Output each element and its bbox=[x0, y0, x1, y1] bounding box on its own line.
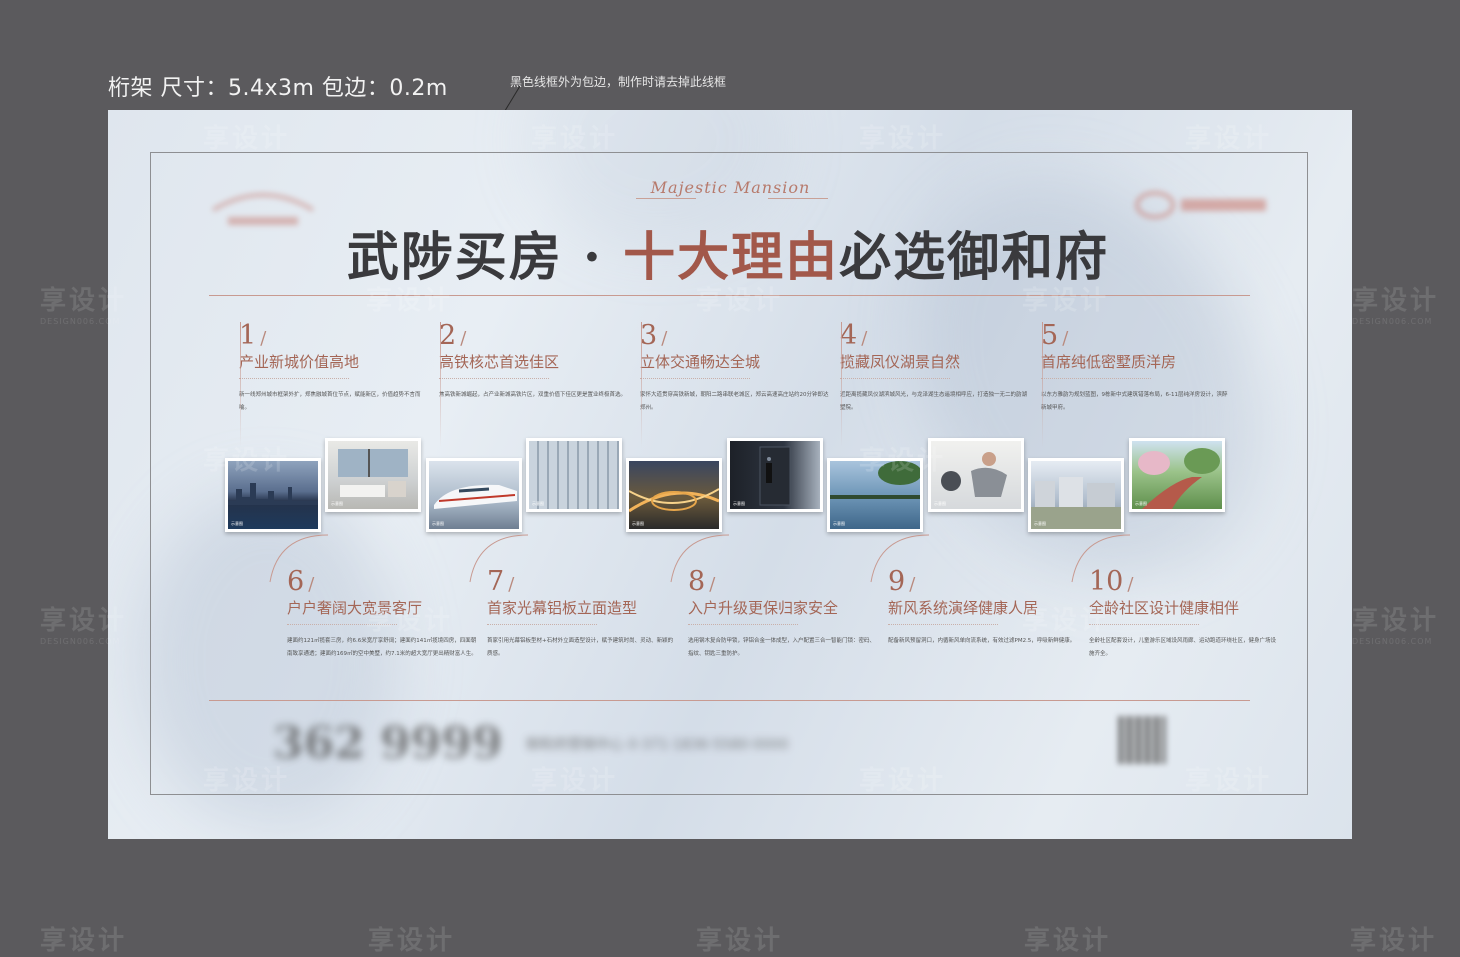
reason-title: 入户升级更保归家安全 bbox=[688, 599, 839, 617]
watermark: 享设计 bbox=[1024, 926, 1112, 956]
qr-code bbox=[1118, 716, 1166, 764]
watermark: 享设计 bbox=[1350, 926, 1438, 956]
headline-highlight: 十大理由 bbox=[623, 227, 840, 288]
photo-smart-door-lock: 示意图 bbox=[727, 438, 823, 512]
reason-number: 10 bbox=[1089, 566, 1124, 597]
reason-7: 7/ 首家光幕铝板立面造型 首家引用光幕铝板型材+石材外立面造型设计，赋予建筑时… bbox=[487, 566, 673, 661]
reason-number: 8 bbox=[688, 566, 706, 597]
photo-high-speed-train: 示意图 bbox=[426, 458, 522, 532]
reason-title: 揽藏凤仪湖景自然 bbox=[840, 353, 961, 371]
reason-title: 高铁核芯首选佳区 bbox=[439, 353, 560, 371]
reason-desc: 近距离揽藏凤仪湖滨城风光，与龙泽湖生态遥境相呼应，打造独一无二的韵湖墅院。 bbox=[840, 392, 1028, 411]
reason-number: 2 bbox=[439, 320, 457, 351]
brand-script: Majestic Mansion bbox=[650, 178, 811, 197]
watermark: 享设计 DESIGN006.COM bbox=[1352, 606, 1440, 646]
reason-title: 立体交通畅达全城 bbox=[640, 353, 761, 371]
watermark: 享设计 bbox=[531, 766, 619, 796]
watermark: 享设计 bbox=[203, 124, 291, 154]
photo-facade: 示意图 bbox=[526, 438, 622, 512]
reason-desc: 首家引用光幕铝板型材+石材外立面造型设计，赋予建筑时尚、灵动、新颖的质感。 bbox=[487, 638, 674, 657]
reason-desc: 新一线郑州城市框架外扩，郑焦融城首位节点，赋能新区，价值趋势不言而喻。 bbox=[239, 392, 421, 411]
photo-interior-living: 示意图 bbox=[325, 438, 421, 512]
watermark: 享设计 bbox=[1022, 286, 1110, 316]
watermark: 享设计 bbox=[40, 926, 128, 956]
watermark: 享设计 bbox=[203, 766, 291, 796]
reason-number: 1 bbox=[239, 320, 257, 351]
watermark: 享设计 bbox=[366, 606, 454, 636]
watermark: 享设计 DESIGN006.COM bbox=[40, 286, 128, 326]
headline-part1: 武陟买房 · bbox=[346, 227, 624, 288]
connector bbox=[1042, 322, 1043, 447]
reason-3: 3/ 立体交通畅达全城 家怀大道贯穿高铁新城，朝阳二路串联老城区，郑云高速高庄站… bbox=[640, 320, 829, 415]
headline-part2: 必选御和府 bbox=[839, 227, 1110, 288]
reason-number: 5 bbox=[1041, 320, 1059, 351]
watermark: 享设计 bbox=[1022, 606, 1110, 636]
bottom-rule bbox=[209, 700, 1250, 701]
reason-title: 首家光幕铝板立面造型 bbox=[487, 599, 638, 617]
reason-desc: 焦高铁新城崛起，占产业新城高铁片区，双重价值下佳区更是置业终极首选。 bbox=[439, 392, 627, 398]
reason-5: 5/ 首席纯低密墅质洋房 以东方雅韵为规划蓝图，9栋新中式建筑错落布局，6-11… bbox=[1041, 320, 1227, 415]
watermark: 享设计 bbox=[1185, 766, 1273, 796]
watermark: 享设计 bbox=[531, 124, 619, 154]
reason-1: 1/ 产业新城价值高地 新一线郑州城市框架外扩，郑焦融城首位节点，赋能新区，价值… bbox=[239, 322, 424, 415]
watermark: 享设计 bbox=[696, 926, 784, 956]
reason-desc: 选用钢木复合防甲锁，锌铝合金一体成型，入户配置三合一智能门锁：密码、指纹、钥匙三… bbox=[688, 638, 876, 657]
reason-desc: 建面约121㎡揽套三房，约6.6米宽厅享舒阔；建面约141㎡揽境四房，四面朝南致… bbox=[287, 638, 477, 657]
reason-number: 7 bbox=[487, 566, 505, 597]
reason-4: 4/ 揽藏凤仪湖景自然 近距离揽藏凤仪湖滨城风光，与龙泽湖生态遥境相呼应，打造独… bbox=[840, 320, 1027, 415]
reason-title: 首席纯低密墅质洋房 bbox=[1041, 353, 1177, 371]
spec-note: 黑色线框外为包边，制作时请去掉此线框 bbox=[510, 75, 727, 89]
watermark: 享设计 bbox=[859, 446, 947, 476]
reason-desc: 家怀大道贯穿高铁新城，朝阳二路串联老城区，郑云高速高庄站约20分钟即达郑州。 bbox=[640, 392, 829, 411]
connector bbox=[240, 322, 241, 447]
watermark: 享设计 bbox=[366, 286, 454, 316]
reason-number: 3 bbox=[640, 320, 658, 351]
script-rule-right bbox=[768, 198, 828, 199]
reason-desc: 以东方雅韵为规划蓝图，9栋新中式建筑错落布局，6-11层纯洋房设计，滨醉新城甲府… bbox=[1041, 392, 1228, 411]
watermark: 享设计 DESIGN006.COM bbox=[40, 606, 128, 646]
banner-board: Majestic Mansion 武陟买房 · 十大理由必选御和府 1/ 产业新… bbox=[108, 110, 1352, 839]
connector bbox=[641, 322, 642, 447]
watermark: 享设计 DESIGN006.COM bbox=[1352, 286, 1440, 326]
reason-title: 全龄社区设计健康相伴 bbox=[1089, 599, 1240, 617]
reason-title: 产业新城价值高地 bbox=[239, 353, 360, 371]
reason-2: 2/ 高铁核芯首选佳区 焦高铁新城崛起，占产业新城高铁片区，双重价值下佳区更是置… bbox=[439, 320, 626, 402]
reason-number: 4 bbox=[840, 320, 858, 351]
spec-title: 桁架 尺寸：5.4x3m 包边：0.2m bbox=[108, 76, 448, 101]
watermark: 享设计 bbox=[368, 926, 456, 956]
watermark: 享设计 bbox=[1185, 124, 1273, 154]
watermark: 享设计 bbox=[696, 286, 784, 316]
watermark: 享设计 bbox=[203, 446, 291, 476]
photo-highway-interchange: 示意图 bbox=[626, 458, 722, 532]
connector bbox=[440, 322, 441, 447]
headline: 武陟买房 · 十大理由必选御和府 bbox=[288, 215, 1168, 290]
hotline-number: 362 9999 bbox=[273, 718, 503, 769]
reason-number: 6 bbox=[287, 566, 305, 597]
reason-8: 8/ 入户升级更保归家安全 选用钢木复合防甲锁，锌铝合金一体成型，入户配置三合一… bbox=[688, 566, 875, 661]
reason-number: 9 bbox=[888, 566, 906, 597]
reason-desc: 全龄社区配套设计，儿童游乐区域设风雨廊、运动跑道环绕社区，健身广场设施齐全。 bbox=[1089, 638, 1277, 657]
hotline-label: 御和府营销中心 0·371·1836·5580·0000 bbox=[525, 736, 789, 753]
script-rule-left bbox=[636, 198, 696, 199]
watermark: 享设计 bbox=[859, 766, 947, 796]
reason-10: 10/ 全龄社区设计健康相伴 全龄社区配套设计，儿童游乐区域设风雨廊、运动跑道环… bbox=[1089, 566, 1276, 661]
connector bbox=[841, 322, 842, 447]
photo-community-buildings: 示意图 bbox=[1028, 458, 1124, 532]
watermark: 享设计 bbox=[859, 124, 947, 154]
photo-park-runway: 示意图 bbox=[1129, 438, 1225, 512]
